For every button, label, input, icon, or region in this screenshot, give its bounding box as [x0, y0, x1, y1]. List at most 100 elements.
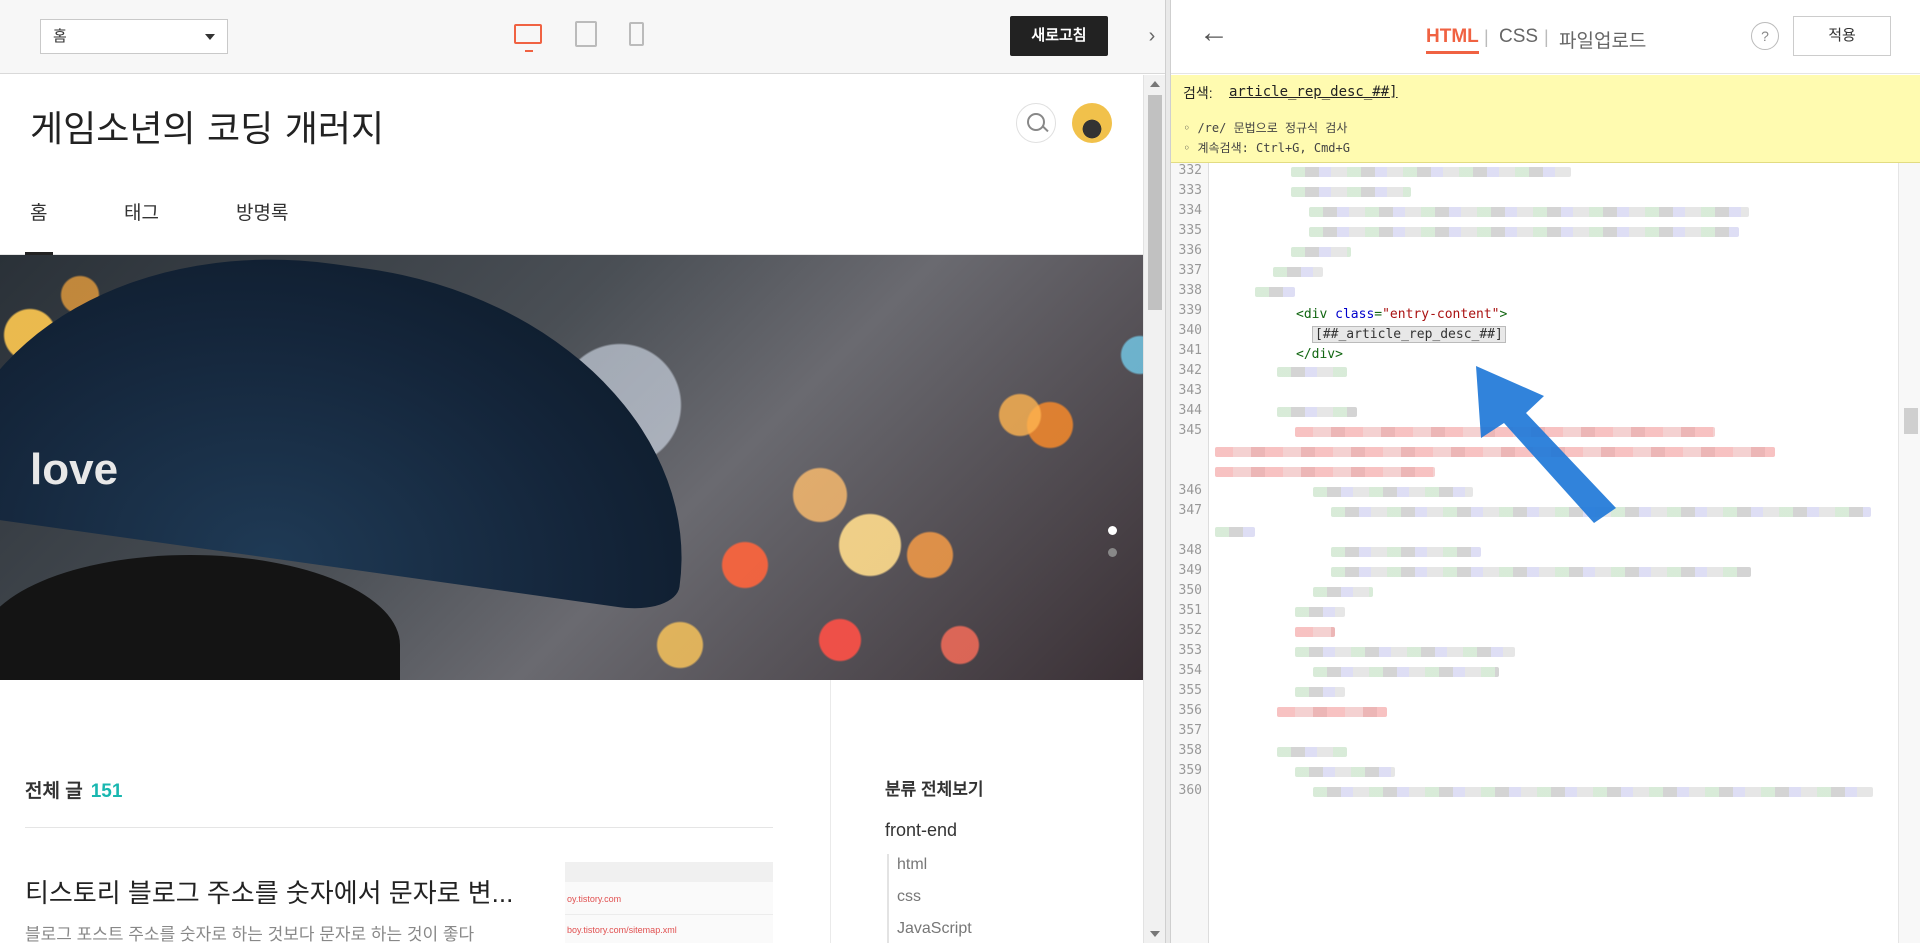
desktop-icon[interactable] — [514, 24, 542, 52]
page-select[interactable]: 홈 — [40, 19, 228, 54]
line-number: 356 — [1178, 703, 1202, 718]
scrollbar-thumb[interactable] — [1148, 95, 1162, 310]
code-equals: = — [1374, 307, 1383, 322]
tab-separator: | — [1544, 27, 1549, 47]
category-javascript[interactable]: JavaScript — [897, 920, 972, 938]
line-number: 343 — [1178, 383, 1202, 398]
code-tag: <div — [1296, 307, 1336, 322]
nav-item-guestbook[interactable]: 방명록 — [236, 197, 288, 255]
line-number: 344 — [1178, 403, 1202, 418]
code-editor[interactable]: 332 333 334 335 336 337 338 339 340 341 342 343 344 3… — [1171, 163, 1920, 943]
blurred-code — [1295, 647, 1515, 657]
line-number: 340 — [1178, 323, 1202, 338]
hero-title: love — [30, 445, 119, 494]
chevron-down-icon — [205, 34, 215, 40]
search-label: 검색: — [1183, 85, 1213, 101]
preview-toolbar: 홈 새로고침 › — [0, 0, 1165, 74]
all-posts-count: 151 — [90, 781, 123, 802]
blurred-code — [1291, 167, 1571, 177]
blurred-code — [1277, 367, 1347, 377]
blurred-code — [1255, 287, 1295, 297]
line-number-gutter: 332 333 334 335 336 337 338 339 340 341 342 343 344 3… — [1171, 163, 1209, 943]
nav-item-tag[interactable]: 태그 — [124, 197, 159, 255]
search-hint: ◦ /re/ 문법으로 정규식 검사 — [1183, 121, 1348, 135]
blurred-code — [1295, 627, 1335, 637]
search-hint: ◦ 계속검색: Ctrl+G, Cmd+G — [1183, 141, 1350, 155]
blurred-code — [1295, 687, 1345, 697]
tab-file-upload[interactable]: 파일업로드 — [1559, 26, 1646, 56]
line-number: 349 — [1178, 563, 1202, 578]
category-front-end[interactable]: front-end — [885, 820, 957, 841]
category-indent-line — [887, 854, 889, 943]
slider-dot-active[interactable] — [1108, 526, 1117, 535]
editor-panel: ← HTML | CSS | 파일업로드 ? 적용 검색: article_re… — [1171, 0, 1920, 943]
category-css[interactable]: css — [897, 888, 921, 906]
line-number: 360 — [1178, 783, 1202, 798]
code-tag: > — [1499, 307, 1508, 322]
preview-scrollbar[interactable] — [1143, 75, 1165, 943]
back-arrow-icon[interactable]: ← — [1199, 18, 1229, 48]
search-match-highlight: [##_article_rep_desc_##] — [1312, 326, 1506, 343]
code-attr: class — [1335, 307, 1375, 322]
annotation-arrow — [1476, 366, 1616, 523]
code-line-339: <div class="entry-content"> — [1296, 307, 1507, 322]
blurred-code — [1313, 667, 1499, 677]
search-input[interactable]: article_rep_desc_##] — [1229, 84, 1398, 100]
mobile-icon[interactable] — [629, 22, 644, 46]
blurred-code — [1273, 267, 1323, 277]
column-divider — [830, 680, 831, 943]
blog-preview: 게임소년의 코딩 개러지 홈 태그 방명록 love 전체 글 151 티스토리 … — [0, 75, 1143, 943]
blurred-code — [1295, 607, 1345, 617]
code-string: "entry-content" — [1382, 307, 1500, 322]
post-excerpt[interactable]: 블로그 포스트 주소를 숫자로 하는 것보다 문자로 하는 것이 좋다 — [25, 920, 474, 943]
nav-item-home[interactable]: 홈 — [24, 197, 54, 255]
refresh-button[interactable]: 새로고침 — [1010, 16, 1108, 56]
category-html[interactable]: html — [897, 856, 927, 874]
blurred-code — [1215, 467, 1435, 477]
line-number: 338 — [1178, 283, 1202, 298]
line-number: 352 — [1178, 623, 1202, 638]
editor-scrollbar[interactable] — [1898, 163, 1920, 943]
avatar[interactable] — [1072, 103, 1112, 143]
line-number: 359 — [1178, 763, 1202, 778]
scrollbar-thumb[interactable] — [1904, 408, 1918, 434]
blurred-code — [1313, 487, 1473, 497]
tab-separator: | — [1484, 27, 1489, 47]
tab-html[interactable]: HTML — [1426, 26, 1479, 56]
post-thumbnail[interactable]: oy.tistory.com boy.tistory.com/sitemap.x… — [565, 862, 773, 943]
blurred-code — [1313, 587, 1373, 597]
search-icon[interactable] — [1016, 103, 1056, 143]
blog-title[interactable]: 게임소년의 코딩 개러지 — [30, 100, 384, 152]
help-icon[interactable]: ? — [1751, 22, 1779, 50]
scroll-down-icon[interactable] — [1150, 931, 1160, 937]
blurred-code — [1331, 547, 1481, 557]
tablet-icon[interactable] — [575, 21, 597, 47]
blog-nav: 홈 태그 방명록 — [0, 197, 1143, 255]
category-all-link[interactable]: 분류 전체보기 — [885, 775, 984, 800]
line-number: 351 — [1178, 603, 1202, 618]
blurred-code — [1313, 787, 1873, 797]
divider — [25, 827, 773, 828]
line-number: 333 — [1178, 183, 1202, 198]
scroll-up-icon[interactable] — [1150, 81, 1160, 87]
line-number: 353 — [1178, 643, 1202, 658]
line-number: 357 — [1178, 723, 1202, 738]
blurred-code — [1309, 207, 1749, 217]
all-posts-heading: 전체 글 151 — [25, 776, 122, 803]
line-number: 346 — [1178, 483, 1202, 498]
slider-dot[interactable] — [1108, 548, 1117, 557]
hero-banner[interactable]: love — [0, 255, 1143, 680]
line-number: 335 — [1178, 223, 1202, 238]
person-silhouette — [0, 555, 400, 680]
thumbnail-text: boy.tistory.com/sitemap.xml — [567, 925, 677, 935]
line-number: 347 — [1178, 503, 1202, 518]
line-number: 345 — [1178, 423, 1202, 438]
tab-css[interactable]: CSS — [1499, 26, 1538, 56]
post-title[interactable]: 티스토리 블로그 주소를 숫자에서 문자로 변... — [25, 873, 513, 910]
apply-button[interactable]: 적용 — [1793, 16, 1891, 56]
chevron-right-icon[interactable]: › — [1140, 24, 1164, 48]
blurred-code — [1295, 767, 1395, 777]
line-number: 358 — [1178, 743, 1202, 758]
line-number: 339 — [1178, 303, 1202, 318]
line-number: 337 — [1178, 263, 1202, 278]
